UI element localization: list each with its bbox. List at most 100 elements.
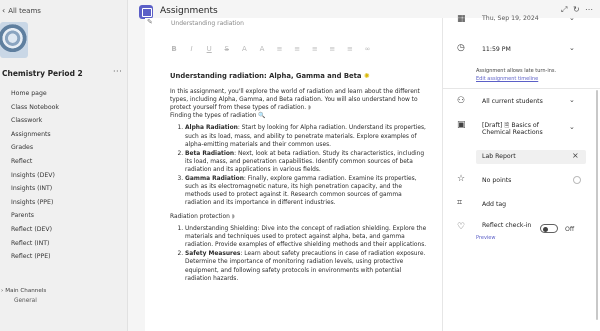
list-item: Understanding Shielding: Dive into the c… <box>185 225 428 249</box>
reflect-checkin-toggle[interactable] <box>540 224 558 233</box>
strikethrough-button[interactable]: S <box>223 45 231 53</box>
edit-timeline-link[interactable]: Edit assignment timeline <box>476 76 538 82</box>
category-value: Lab Report <box>482 153 516 160</box>
list-item-label: Beta Radiation <box>185 150 235 157</box>
finding-heading: Finding the types of radiation 🔍 <box>170 112 428 120</box>
back-label: All teams <box>8 6 41 15</box>
more-icon[interactable]: ⋯ <box>585 5 593 14</box>
rubric-value-line2[interactable]: Chemical Reactions <box>482 129 543 136</box>
nav-insights-ppe[interactable]: Insights (PPE) <box>11 196 59 210</box>
nav-insights-int[interactable]: Insights (INT) <box>11 182 59 196</box>
instructions-heading: Understanding radiation: Alpha, Gamma an… <box>170 72 428 80</box>
list-item: Beta Radiation: Next, look at beta radia… <box>185 150 428 174</box>
list-item-text: Understanding Shielding: Dive into the c… <box>185 226 427 249</box>
align-button[interactable]: ≡ <box>346 45 354 53</box>
assignments-app-icon <box>139 5 153 19</box>
expand-icon[interactable]: ⤢ <box>561 5 567 15</box>
chevron-left-icon: ‹ <box>2 6 6 15</box>
list-item: Gamma Radiation: Finally, explore gamma … <box>185 175 428 207</box>
list-item-label: Gamma Radiation <box>185 176 244 183</box>
nav-reflect-dev[interactable]: Reflect (DEV) <box>11 223 59 237</box>
nav-assignments[interactable]: Assignments <box>11 128 59 142</box>
team-nav: Home page Class Notebook Classwork Assig… <box>11 87 59 264</box>
nav-classwork[interactable]: Classwork <box>11 114 59 128</box>
list-item-label: Safety Measures <box>185 251 241 258</box>
bullet-list-button[interactable]: ≡ <box>276 45 284 53</box>
intro-text: In this assignment, you'll explore the w… <box>170 89 420 112</box>
nav-reflect-int[interactable]: Reflect (INT) <box>11 237 59 251</box>
numbered-list-button[interactable]: ≡ <box>293 45 301 53</box>
assignment-title-field[interactable]: Understanding radiation <box>145 18 443 30</box>
font-color-button[interactable]: A <box>258 45 266 53</box>
team-name: Chemistry Period 2 <box>2 69 83 78</box>
main-channels-header[interactable]: › Main Channels <box>1 288 46 294</box>
channel-general[interactable]: General <box>14 298 37 304</box>
tag-icon: ⌗ <box>457 198 463 208</box>
link-button[interactable]: ∞ <box>364 45 372 53</box>
protection-heading: Radiation protection ◗ <box>170 213 428 221</box>
category-chip[interactable]: Lab Report × <box>476 150 586 164</box>
add-tag-button[interactable]: Add tag <box>482 201 506 208</box>
due-date-value[interactable]: Thu, Sep 19, 2024 <box>482 15 539 22</box>
points-value[interactable]: No points <box>482 177 511 184</box>
feedback-icon[interactable]: ◗ <box>308 105 311 111</box>
late-turnin-note: Assignment allows late turn-ins. <box>476 68 557 74</box>
toggle-state: Off <box>565 226 575 233</box>
radiation-types-list: Alpha Radiation: Start by looking for Al… <box>185 124 428 207</box>
list-item: Safety Measures: Learn about safety prec… <box>185 250 428 282</box>
edit-icon: ✎ <box>147 18 153 26</box>
instructions-body[interactable]: Understanding radiation: Alpha, Gamma an… <box>170 72 428 284</box>
formatting-toolbar: B I U S A A ≡ ≡ ≡ ≡ ≡ ∞ <box>170 45 372 53</box>
nav-reflect[interactable]: Reflect <box>11 155 59 169</box>
due-time-value[interactable]: 11:59 PM <box>482 46 511 53</box>
back-to-all-teams[interactable]: ‹ All teams <box>2 6 41 15</box>
assign-to-value[interactable]: All current students <box>482 98 543 105</box>
nav-insights-dev[interactable]: Insights (DEV) <box>11 169 59 183</box>
nav-class-notebook[interactable]: Class Notebook <box>11 101 59 115</box>
panel-scrollbar[interactable] <box>596 90 598 320</box>
reflect-checkin-label: Reflect check-in <box>482 222 532 229</box>
nav-grades[interactable]: Grades <box>11 141 59 155</box>
star-icon: ☆ <box>457 174 466 184</box>
assignment-editor: Understanding radiation ✎ B I U S A A ≡ … <box>145 18 443 331</box>
highlight-button[interactable]: A <box>240 45 248 53</box>
points-radio[interactable] <box>573 176 581 184</box>
more-options-icon[interactable]: ··· <box>113 67 122 76</box>
page-title: Assignments <box>160 6 218 16</box>
sparkle-icon: ✺ <box>363 72 370 80</box>
intro-paragraph: In this assignment, you'll explore the w… <box>170 88 428 112</box>
chevron-down-icon[interactable]: ⌄ <box>569 123 575 131</box>
team-avatar[interactable] <box>0 22 28 58</box>
divider <box>443 88 600 89</box>
main-channels-label: Main Channels <box>5 288 47 294</box>
protection-list: Understanding Shielding: Dive into the c… <box>185 225 428 283</box>
protection-heading-text: Radiation protection <box>170 214 230 220</box>
feedback-icon[interactable]: ◗ <box>232 214 235 220</box>
refresh-icon[interactable]: ↻ <box>573 5 580 14</box>
instructions-heading-text: Understanding radiation: Alpha, Gamma an… <box>170 72 362 80</box>
chevron-down-icon[interactable]: ⌄ <box>569 96 575 104</box>
nav-home-page[interactable]: Home page <box>11 87 59 101</box>
underline-button[interactable]: U <box>205 45 213 53</box>
chevron-down-icon[interactable]: ⌄ <box>569 14 575 22</box>
close-icon[interactable]: × <box>572 151 579 160</box>
chevron-down-icon[interactable]: ⌄ <box>569 44 575 52</box>
magnifier-icon: 🔍 <box>258 113 266 120</box>
heart-icon: ♡ <box>457 222 466 232</box>
calendar-icon: ▦ <box>457 14 466 24</box>
finding-heading-text: Finding the types of radiation <box>170 113 257 120</box>
list-item-label: Alpha Radiation <box>185 125 238 132</box>
nav-parents[interactable]: Parents <box>11 209 59 223</box>
students-icon: ⚇ <box>457 96 466 106</box>
increase-indent-button[interactable]: ≡ <box>328 45 336 53</box>
italic-button[interactable]: I <box>188 45 196 53</box>
bold-button[interactable]: B <box>170 45 178 53</box>
rubric-icon: ▣ <box>457 120 466 130</box>
team-sidebar: ‹ All teams Chemistry Period 2 ··· Home … <box>0 0 128 331</box>
preview-link[interactable]: Preview <box>476 235 495 241</box>
decrease-indent-button[interactable]: ≡ <box>311 45 319 53</box>
chevron-down-icon: › <box>1 288 4 294</box>
list-item: Alpha Radiation: Start by looking for Al… <box>185 124 428 148</box>
nav-reflect-ppe[interactable]: Reflect (PPE) <box>11 250 59 264</box>
assignment-settings-panel: Thu, Sep 19, 2024 ▦ ⌄ ◷ 11:59 PM ⌄ Assig… <box>443 14 600 331</box>
